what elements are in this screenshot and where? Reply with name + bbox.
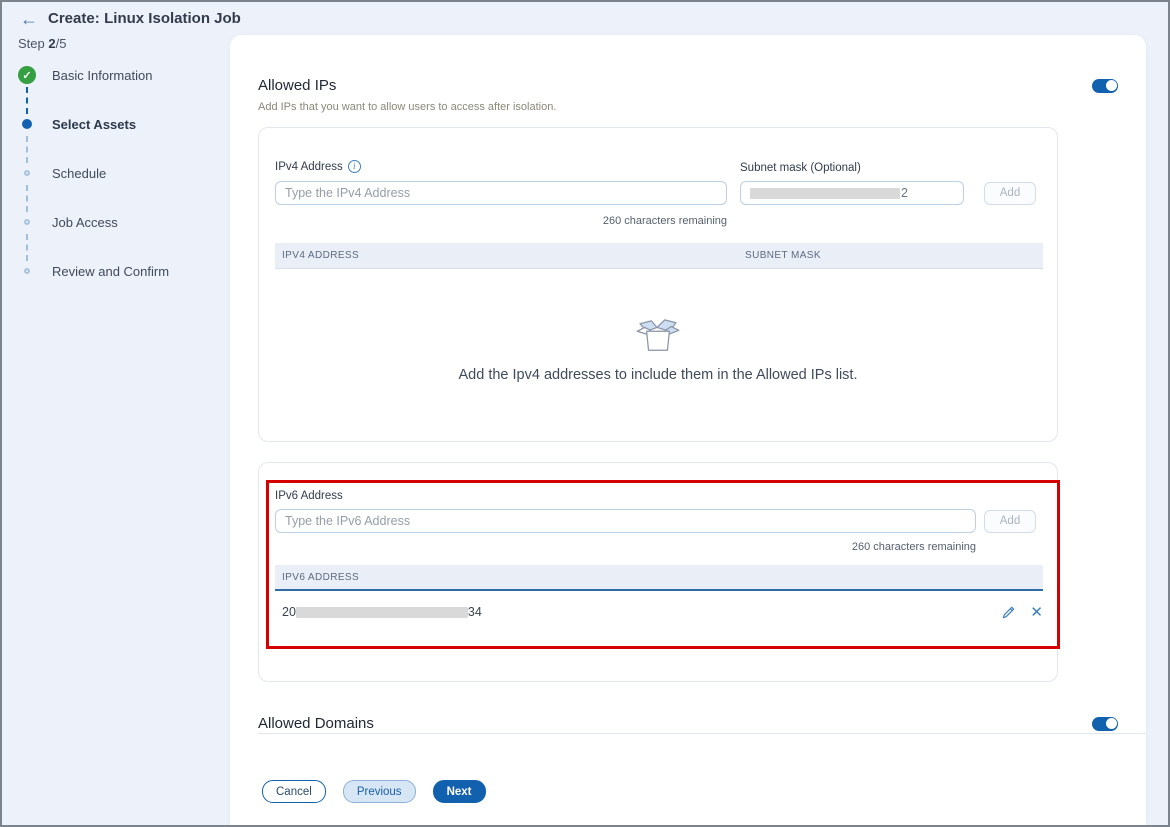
- sidebar-step-review-and-confirm[interactable]: Review and Confirm: [18, 262, 218, 280]
- ipv4-empty-message: Add the Ipv4 addresses to include them i…: [259, 367, 1057, 383]
- ipv6-address-input[interactable]: [275, 509, 976, 533]
- col-subnet-mask: SUBNET MASK: [745, 250, 821, 261]
- step-label: Select Assets: [52, 117, 136, 132]
- sidebar-step-select-assets[interactable]: Select Assets: [18, 115, 218, 133]
- ipv6-value-suffix: 34: [468, 605, 482, 619]
- ipv6-table-header: IPV6 ADDRESS: [275, 565, 1043, 591]
- edit-pencil-icon[interactable]: [1001, 605, 1016, 620]
- ipv4-add-button[interactable]: Add: [984, 182, 1036, 205]
- ipv4-panel: IPv4 Address i Subnet mask (Optional) 2 …: [258, 127, 1058, 442]
- step-label: Basic Information: [52, 68, 152, 83]
- ipv6-panel: IPv6 Address Add 260 characters remainin…: [258, 462, 1058, 682]
- page-title-prefix: Create:: [48, 10, 100, 27]
- ipv6-chars-remaining: 260 characters remaining: [275, 541, 976, 553]
- allowed-domains-title: Allowed Domains: [258, 715, 374, 732]
- subnet-mask-input[interactable]: 2: [740, 181, 964, 205]
- ipv6-value-prefix: 20: [275, 605, 296, 619]
- allowed-domains-toggle[interactable]: [1092, 717, 1118, 731]
- ipv4-address-label: IPv4 Address i: [275, 160, 361, 173]
- redacted-ipv6-value: [296, 607, 468, 618]
- next-button[interactable]: Next: [433, 780, 486, 803]
- sidebar-step-schedule[interactable]: Schedule: [18, 164, 218, 182]
- allowed-ips-title: Allowed IPs: [258, 77, 336, 94]
- sidebar-step-job-access[interactable]: Job Access: [18, 213, 218, 231]
- allowed-ips-toggle[interactable]: [1092, 79, 1118, 93]
- ipv4-table-header: IPV4 ADDRESS SUBNET MASK: [275, 243, 1043, 269]
- pending-step-icon: [24, 268, 30, 274]
- ipv4-chars-remaining: 260 characters remaining: [275, 215, 727, 227]
- redacted-placeholder: [750, 188, 900, 199]
- empty-box-icon: [635, 318, 681, 354]
- sidebar-step-basic-information[interactable]: ✓ Basic Information: [18, 66, 218, 84]
- wizard-footer: Cancel Previous Next: [262, 780, 486, 803]
- ipv4-empty-state: Add the Ipv4 addresses to include them i…: [259, 318, 1057, 383]
- page-title: Linux Isolation Job: [104, 10, 241, 27]
- col-ipv4-address: IPV4 ADDRESS: [275, 250, 745, 261]
- wizard-stepper: ✓ Basic Information Select Assets Schedu…: [18, 66, 218, 311]
- step-label: Job Access: [52, 215, 118, 230]
- allowed-ips-description: Add IPs that you want to allow users to …: [258, 101, 556, 113]
- ipv6-add-button[interactable]: Add: [984, 510, 1036, 533]
- active-step-icon: [22, 119, 32, 129]
- step-label: Schedule: [52, 166, 106, 181]
- subnet-mask-label: Subnet mask (Optional): [740, 162, 861, 174]
- step-indicator: Step 2/5: [18, 36, 66, 51]
- previous-button[interactable]: Previous: [343, 780, 416, 803]
- section-divider: [258, 733, 1146, 734]
- ipv6-address-label: IPv6 Address: [275, 490, 343, 502]
- back-arrow-icon[interactable]: ←: [20, 10, 38, 28]
- info-icon[interactable]: i: [348, 160, 361, 173]
- ipv4-address-input[interactable]: [275, 181, 727, 205]
- delete-x-icon[interactable]: ✕: [1030, 605, 1043, 620]
- page-header: ← Create: Linux Isolation Job: [20, 10, 241, 28]
- cancel-button[interactable]: Cancel: [262, 780, 326, 803]
- create-job-wizard-window: ← Create: Linux Isolation Job Step 2/5 ✓…: [0, 0, 1170, 827]
- pending-step-icon: [24, 170, 30, 176]
- step-label: Review and Confirm: [52, 264, 169, 279]
- check-circle-icon: ✓: [18, 66, 36, 84]
- main-content-panel: Allowed IPs Add IPs that you want to all…: [230, 35, 1146, 825]
- ipv6-table-row: 20 34 ✕: [275, 598, 1043, 626]
- pending-step-icon: [24, 219, 30, 225]
- col-ipv6-address: IPV6 ADDRESS: [275, 572, 359, 583]
